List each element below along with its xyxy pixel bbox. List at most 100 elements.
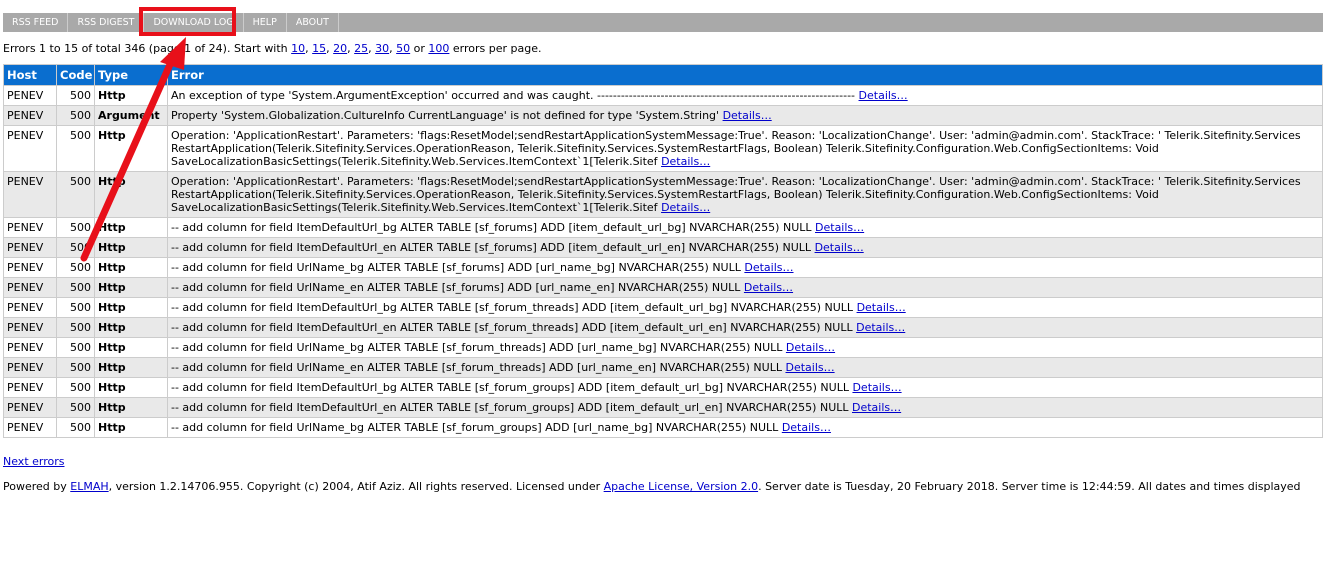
host-cell: PENEV xyxy=(3,171,57,218)
type-cell: Argument xyxy=(94,105,168,126)
host-cell: PENEV xyxy=(3,125,57,172)
code-cell: 500 xyxy=(56,277,95,298)
host-cell: PENEV xyxy=(3,105,57,126)
elmah-link[interactable]: ELMAH xyxy=(70,480,108,493)
details-link[interactable]: Details… xyxy=(744,261,793,274)
error-cell: Operation: 'ApplicationRestart'. Paramet… xyxy=(167,171,1323,218)
page-size-link[interactable]: 15 xyxy=(312,42,326,55)
type-cell: Http xyxy=(94,125,168,172)
code-cell: 500 xyxy=(56,85,95,106)
host-cell: PENEV xyxy=(3,357,57,378)
table-row: PENEV 500 Http An exception of type 'System… xyxy=(3,85,1323,106)
page-size-link[interactable]: 50 xyxy=(396,42,410,55)
type-cell: Http xyxy=(94,417,168,438)
error-log-table: Host Code Type Error PENEV 500 Http An excepti… xyxy=(3,64,1323,438)
host-cell: PENEV xyxy=(3,337,57,358)
error-cell: -- add column for field UrlName_bg ALTER… xyxy=(167,417,1323,438)
table-row: PENEV 500 Http -- add column for field Item… xyxy=(3,297,1323,318)
table-row: PENEV 500 Http -- add column for field UrlN… xyxy=(3,417,1323,438)
error-message: -- add column for field ItemDefaultUrl_b… xyxy=(171,221,812,234)
error-cell: -- add column for field ItemDefaultUrl_b… xyxy=(167,297,1323,318)
menu-rss-feed[interactable]: RSS FEED xyxy=(3,13,69,32)
code-cell: 500 xyxy=(56,357,95,378)
type-cell: Http xyxy=(94,377,168,398)
code-cell: 500 xyxy=(56,217,95,238)
error-cell: -- add column for field ItemDefaultUrl_b… xyxy=(167,217,1323,238)
code-cell: 500 xyxy=(56,237,95,258)
host-cell: PENEV xyxy=(3,217,57,238)
type-cell: Http xyxy=(94,337,168,358)
type-cell: Http xyxy=(94,317,168,338)
details-link[interactable]: Details… xyxy=(723,109,772,122)
summary-text: or xyxy=(410,42,429,55)
menu-help[interactable]: HELP xyxy=(244,13,287,32)
footer-text: , version 1.2.14706.955. Copyright (c) 2… xyxy=(108,480,604,493)
menu-about[interactable]: ABOUT xyxy=(287,13,339,32)
error-message: Property 'System.Globalization.CultureIn… xyxy=(171,109,720,122)
host-cell: PENEV xyxy=(3,377,57,398)
table-row: PENEV 500 Http -- add column for field Item… xyxy=(3,377,1323,398)
table-row: PENEV 500 Http Operation: 'ApplicationResta… xyxy=(3,171,1323,218)
details-link[interactable]: Details… xyxy=(661,201,710,214)
error-cell: -- add column for field UrlName_en ALTER… xyxy=(167,277,1323,298)
details-link[interactable]: Details… xyxy=(859,89,908,102)
error-message: -- add column for field UrlName_bg ALTER… xyxy=(171,421,779,434)
page-size-link[interactable]: 10 xyxy=(291,42,305,55)
table-row: PENEV 500 Argument Property 'System.Globali… xyxy=(3,105,1323,126)
details-link[interactable]: Details… xyxy=(852,401,901,414)
footer: Powered by ELMAH, version 1.2.14706.955.… xyxy=(3,480,1323,493)
code-cell: 500 xyxy=(56,257,95,278)
details-link[interactable]: Details… xyxy=(815,221,864,234)
type-cell: Http xyxy=(94,357,168,378)
type-cell: Http xyxy=(94,257,168,278)
host-cell: PENEV xyxy=(3,237,57,258)
code-cell: 500 xyxy=(56,171,95,218)
table-row: PENEV 500 Http -- add column for field Item… xyxy=(3,397,1323,418)
error-cell: -- add column for field ItemDefaultUrl_e… xyxy=(167,397,1323,418)
details-link[interactable]: Details… xyxy=(856,321,905,334)
code-cell: 500 xyxy=(56,337,95,358)
error-message: -- add column for field UrlName_en ALTER… xyxy=(171,361,782,374)
error-cell: Property 'System.Globalization.CultureIn… xyxy=(167,105,1323,126)
table-row: PENEV 500 Http -- add column for field Item… xyxy=(3,317,1323,338)
details-link[interactable]: Details… xyxy=(661,155,710,168)
table-row: PENEV 500 Http -- add column for field UrlN… xyxy=(3,277,1323,298)
details-link[interactable]: Details… xyxy=(857,301,906,314)
license-link[interactable]: Apache License, Version 2.0 xyxy=(604,480,758,493)
type-cell: Http xyxy=(94,217,168,238)
error-message: -- add column for field ItemDefaultUrl_e… xyxy=(171,321,853,334)
table-row: PENEV 500 Http -- add column for field UrlN… xyxy=(3,337,1323,358)
details-link[interactable]: Details… xyxy=(815,241,864,254)
error-message: -- add column for field ItemDefaultUrl_b… xyxy=(171,301,854,314)
details-link[interactable]: Details… xyxy=(785,361,834,374)
menu-download-log[interactable]: DOWNLOAD LOG xyxy=(144,13,244,32)
error-cell: Operation: 'ApplicationRestart'. Paramet… xyxy=(167,125,1323,172)
table-row: PENEV 500 Http Operation: 'ApplicationResta… xyxy=(3,125,1323,172)
summary-text: errors per page. xyxy=(449,42,542,55)
code-cell: 500 xyxy=(56,317,95,338)
code-cell: 500 xyxy=(56,377,95,398)
details-link[interactable]: Details… xyxy=(852,381,901,394)
error-cell: -- add column for field UrlName_en ALTER… xyxy=(167,357,1323,378)
column-header-code: Code xyxy=(56,64,95,86)
page-size-link[interactable]: 30 xyxy=(375,42,389,55)
menu-rss-digest[interactable]: RSS DIGEST xyxy=(68,13,145,32)
code-cell: 500 xyxy=(56,297,95,318)
footer-text: . Server date is Tuesday, 20 February 20… xyxy=(758,480,1301,493)
host-cell: PENEV xyxy=(3,257,57,278)
details-link[interactable]: Details… xyxy=(782,421,831,434)
page-size-link[interactable]: 100 xyxy=(428,42,449,55)
error-message: -- add column for field ItemDefaultUrl_e… xyxy=(171,241,812,254)
error-message: Operation: 'ApplicationRestart'. Paramet… xyxy=(171,129,1301,168)
page: RSS FEED RSS DIGEST DOWNLOAD LOG HELP ABOUT … xyxy=(3,13,1323,493)
type-cell: Http xyxy=(94,297,168,318)
host-cell: PENEV xyxy=(3,397,57,418)
table-row: PENEV 500 Http -- add column for field UrlN… xyxy=(3,257,1323,278)
page-size-link[interactable]: 20 xyxy=(333,42,347,55)
next-errors-link[interactable]: Next errors xyxy=(3,455,64,468)
table-row: PENEV 500 Http -- add column for field Item… xyxy=(3,237,1323,258)
host-cell: PENEV xyxy=(3,417,57,438)
details-link[interactable]: Details… xyxy=(744,281,793,294)
details-link[interactable]: Details… xyxy=(786,341,835,354)
page-size-link[interactable]: 25 xyxy=(354,42,368,55)
